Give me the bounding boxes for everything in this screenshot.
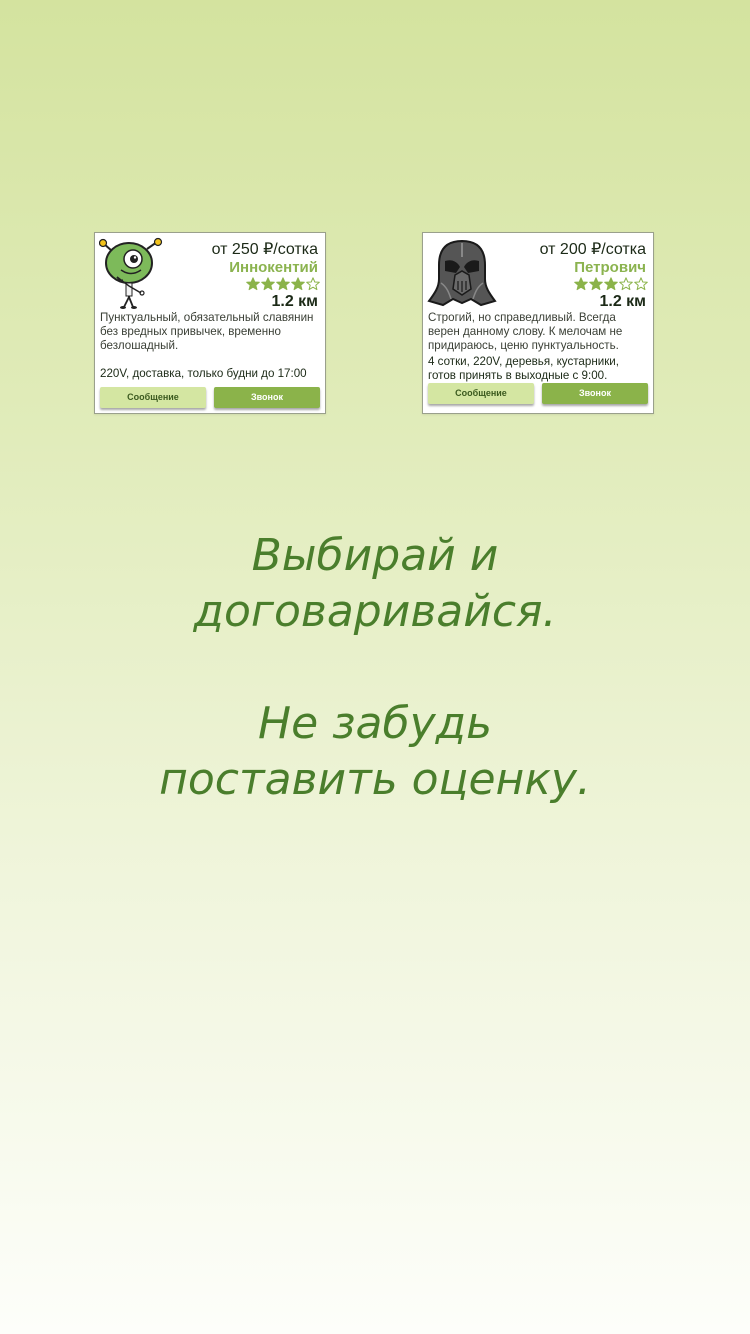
star-filled-icon — [261, 277, 275, 291]
call-button[interactable]: Звонок — [214, 387, 320, 408]
message-button[interactable]: Сообщение — [100, 387, 206, 408]
darth-vader-helmet-icon — [427, 237, 497, 309]
slogan-rate: Не забудь поставить оценку. — [0, 696, 750, 808]
message-button[interactable]: Сообщение — [428, 383, 534, 404]
star-filled-icon — [604, 277, 618, 291]
slogan-line: договаривайся. — [193, 586, 557, 637]
star-filled-icon — [246, 277, 260, 291]
star-filled-icon — [291, 277, 305, 291]
slogan-choose: Выбирай и договаривайся. — [0, 528, 750, 640]
rating-stars — [574, 277, 648, 291]
star-filled-icon — [574, 277, 588, 291]
call-button[interactable]: Звонок — [542, 383, 648, 404]
star-empty-icon — [619, 277, 633, 291]
rating-stars — [246, 277, 320, 291]
star-filled-icon — [589, 277, 603, 291]
price-label: от 250 ₽/сотка — [211, 241, 318, 258]
star-empty-icon — [306, 277, 320, 291]
slogan-line: Выбирай и — [251, 530, 499, 581]
star-filled-icon — [276, 277, 290, 291]
price-label: от 200 ₽/сотка — [539, 241, 646, 258]
executor-name: Петрович — [574, 259, 646, 276]
executor-description: Пунктуальный, обязательный славянин без … — [100, 311, 314, 352]
executor-card[interactable]: от 250 ₽/сотка Иннокентий 1.2 км Пунктуа… — [94, 232, 326, 414]
slogan-line: поставить оценку. — [159, 754, 591, 805]
star-empty-icon — [634, 277, 648, 291]
distance-label: 1.2 км — [599, 293, 646, 310]
executor-name: Иннокентий — [229, 259, 318, 276]
executor-description: Строгий, но справедливый. Всегда верен д… — [428, 311, 623, 352]
distance-label: 1.2 км — [271, 293, 318, 310]
executor-card[interactable]: от 200 ₽/сотка Петрович 1.2 км Строгий, … — [422, 232, 654, 414]
slogan-line: Не забудь — [257, 698, 493, 749]
executor-conditions: 220V, доставка, только будни до 17:00 — [100, 367, 307, 380]
green-alien-icon — [98, 237, 169, 309]
executor-conditions: 4 сотки, 220V, деревья, кустарники, гото… — [428, 355, 619, 382]
